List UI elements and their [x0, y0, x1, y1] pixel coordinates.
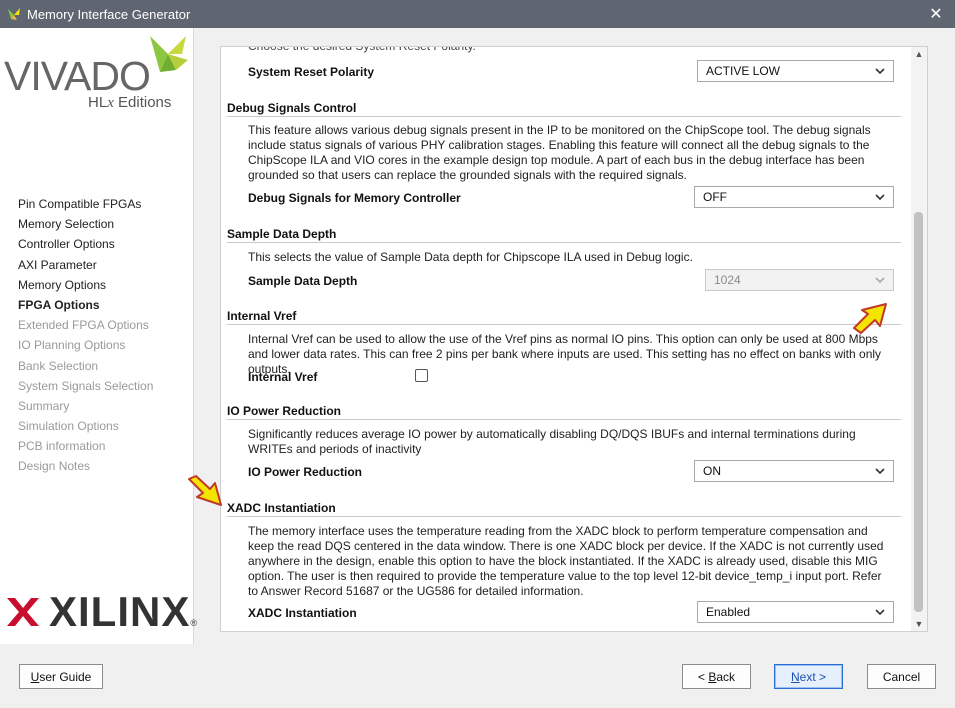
divider	[227, 242, 901, 243]
cancel-button[interactable]: Cancel	[867, 664, 936, 689]
debug-section-title: Debug Signals Control	[227, 101, 357, 115]
debug-signals-value: OFF	[703, 190, 727, 204]
divider	[227, 516, 901, 517]
io-power-select[interactable]: ON	[694, 460, 894, 482]
xilinx-logo-text: XILINX	[49, 588, 191, 635]
sample-depth-label: Sample Data Depth	[248, 274, 358, 288]
highlight-arrow-icon	[188, 475, 222, 506]
close-icon[interactable]: ✕	[927, 4, 945, 24]
xadc-description: The memory interface uses the temperatur…	[248, 524, 884, 598]
vivado-logo-text: VIVADO	[4, 53, 151, 99]
internal-vref-label: Internal Vref	[248, 370, 318, 384]
vertical-scrollbar[interactable]: ▲ ▼	[911, 47, 927, 631]
window-title: Memory Interface Generator	[27, 6, 191, 22]
sidebar-item-axi-parameter[interactable]: AXI Parameter	[18, 255, 153, 275]
chevron-down-icon	[875, 68, 885, 75]
sidebar-item-pin-compatible-fpgas[interactable]: Pin Compatible FPGAs	[18, 194, 153, 214]
chevron-down-icon	[875, 468, 885, 475]
sidebar-item-summary: Summary	[18, 398, 70, 413]
sidebar: VIVADO HLx Editions Pin Compatible FPGAs…	[0, 28, 197, 644]
xadc-instantiation-label: XADC Instantiation	[248, 606, 357, 620]
xilinx-logo: XILINX ®	[5, 588, 197, 636]
chevron-down-icon	[875, 609, 885, 616]
vivado-app-icon	[8, 8, 20, 20]
user-guide-button[interactable]: User Guide	[19, 664, 103, 689]
scroll-thumb[interactable]	[914, 212, 923, 612]
power-description: Significantly reduces average IO power b…	[248, 427, 856, 456]
reset-polarity-select[interactable]: ACTIVE LOW	[697, 60, 894, 82]
sidebar-item-simulation-options: Simulation Options	[18, 419, 119, 434]
sidebar-item-memory-selection[interactable]: Memory Selection	[18, 214, 153, 234]
scroll-down-icon[interactable]: ▼	[911, 617, 927, 631]
vref-description: Internal Vref can be used to allow the u…	[248, 332, 882, 376]
registered-mark: ®	[190, 618, 197, 628]
vref-section-title: Internal Vref	[227, 309, 297, 323]
power-section-title: IO Power Reduction	[227, 404, 342, 418]
cutoff-description: Choose the desired System Reset Polarity…	[248, 46, 476, 53]
xadc-instantiation-select[interactable]: Enabled	[697, 601, 894, 623]
sidebar-item-pcb-information: PCB information	[18, 439, 106, 454]
divider	[227, 324, 901, 325]
sample-description: This selects the value of Sample Data de…	[248, 250, 693, 264]
sidebar-item-controller-options[interactable]: Controller Options	[18, 234, 153, 254]
debug-signals-select[interactable]: OFF	[694, 186, 894, 208]
sidebar-item-extended-fpga-options: Extended FPGA Options	[18, 318, 149, 333]
title-bar: Memory Interface Generator ✕	[0, 0, 955, 28]
hlx-editions-text: HLx Editions	[88, 94, 172, 111]
sidebar-item-design-notes: Design Notes	[18, 459, 91, 474]
reset-polarity-value: ACTIVE LOW	[706, 64, 781, 78]
sample-depth-select: 1024	[705, 269, 894, 291]
sidebar-item-fpga-options[interactable]: FPGA Options	[18, 295, 153, 315]
xadc-section-title: XADC Instantiation	[227, 501, 336, 515]
sample-depth-value: 1024	[714, 273, 741, 287]
sample-section-title: Sample Data Depth	[227, 227, 337, 241]
debug-description: This feature allows various debug signal…	[248, 123, 871, 182]
io-power-label: IO Power Reduction	[248, 465, 363, 479]
chevron-down-icon	[875, 194, 885, 201]
sidebar-item-bank-selection: Bank Selection	[18, 358, 99, 373]
xilinx-mark-icon	[7, 598, 39, 626]
sidebar-item-system-signals-selection: System Signals Selection	[18, 378, 154, 393]
sidebar-item-io-planning-options: IO Planning Options	[18, 338, 126, 353]
sidebar-item-memory-options[interactable]: Memory Options	[18, 275, 153, 295]
wizard-footer: User Guide < Back Next > Cancel	[0, 644, 955, 708]
options-panel: Choose the desired System Reset Polarity…	[220, 46, 928, 632]
next-button[interactable]: Next >	[774, 664, 843, 689]
debug-signals-label: Debug Signals for Memory Controller	[248, 191, 461, 205]
divider	[227, 419, 901, 420]
back-button[interactable]: < Back	[682, 664, 751, 689]
divider	[227, 116, 901, 117]
vivado-leaf-icon	[150, 36, 188, 72]
reset-polarity-label: System Reset Polarity	[248, 65, 375, 79]
chevron-down-icon	[875, 277, 885, 284]
xadc-instantiation-value: Enabled	[706, 605, 751, 619]
scroll-up-icon[interactable]: ▲	[911, 47, 927, 61]
internal-vref-checkbox[interactable]	[415, 369, 428, 382]
wizard-nav: Pin Compatible FPGAs Memory Selection Cont…	[18, 194, 153, 477]
highlight-arrow-icon	[853, 303, 887, 334]
io-power-value: ON	[703, 464, 721, 478]
